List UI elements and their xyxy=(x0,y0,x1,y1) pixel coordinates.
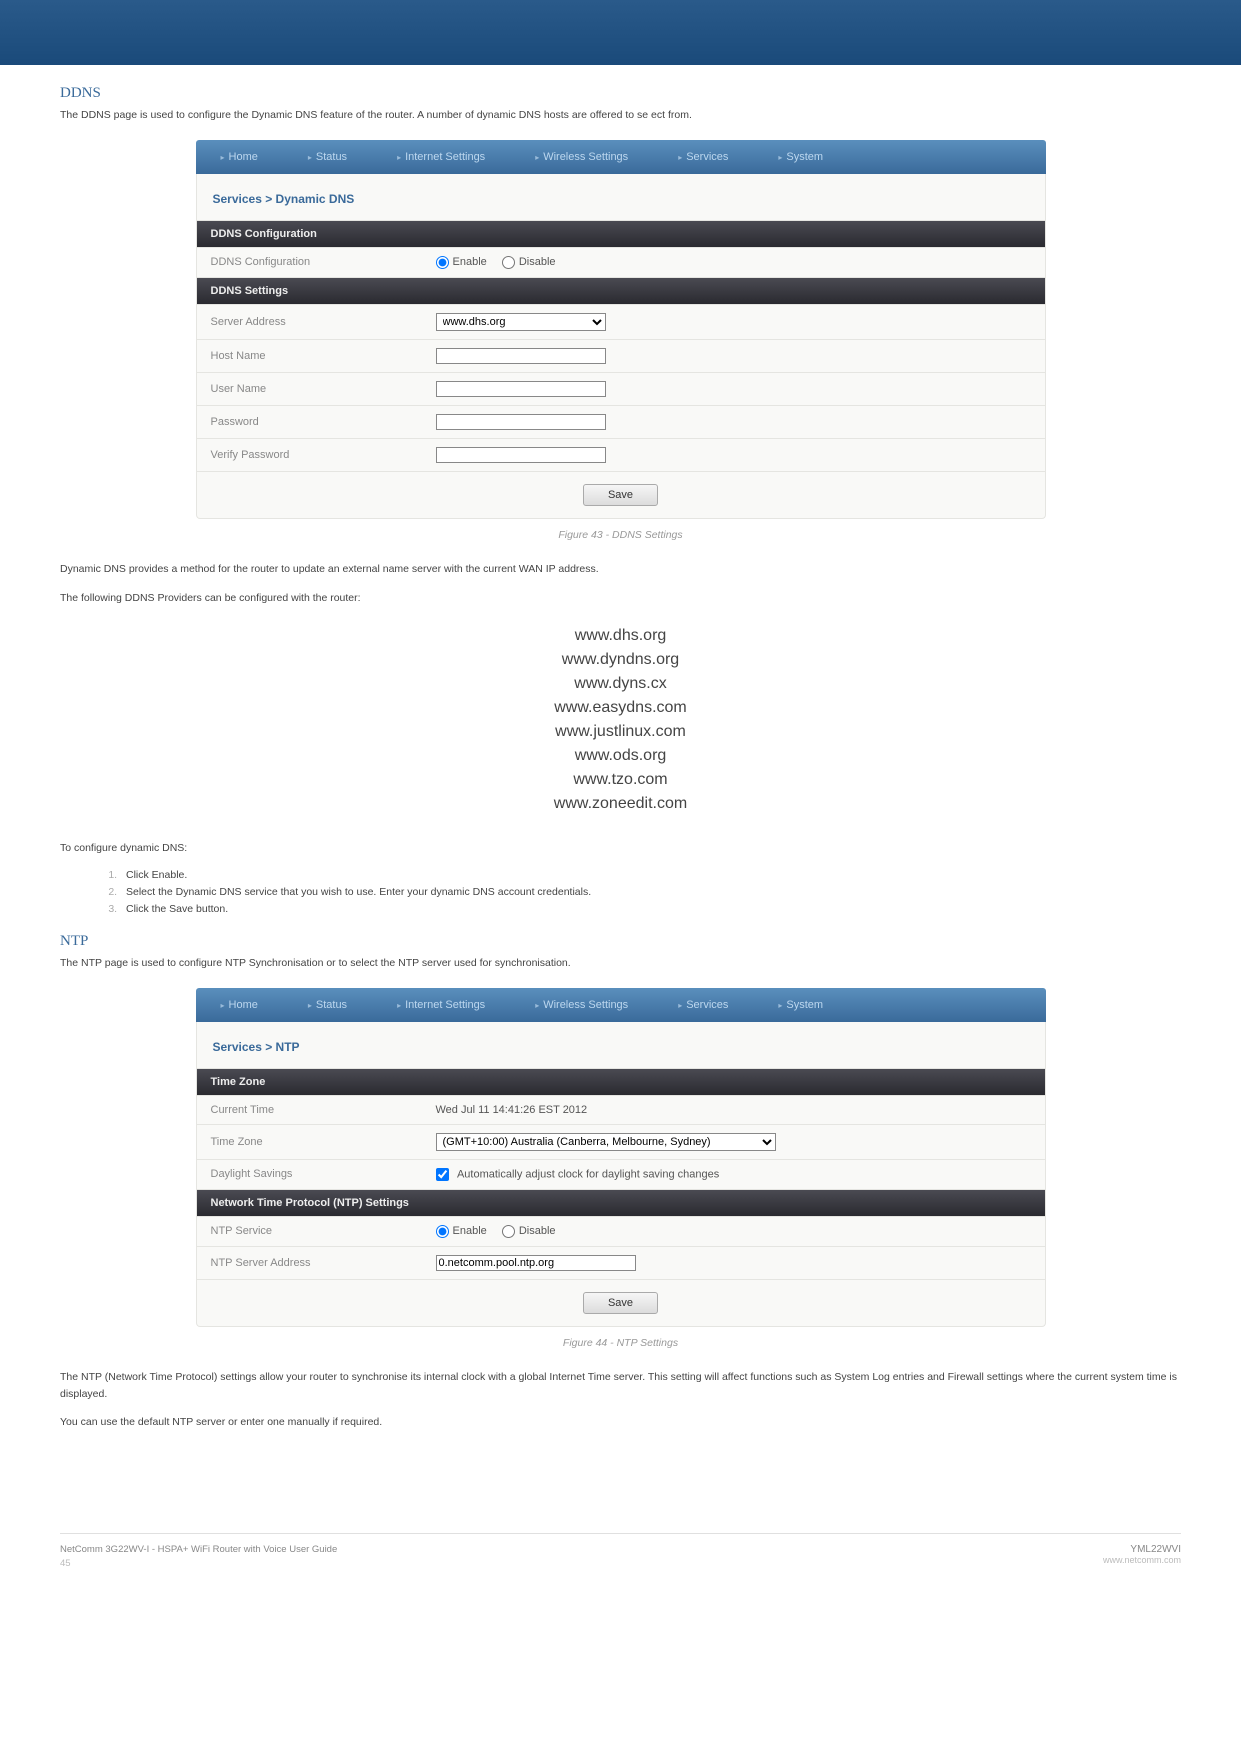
ddns-intro: The DDNS page is used to configure the D… xyxy=(60,108,1181,124)
ddns-desc1: Dynamic DNS provides a method for the ro… xyxy=(60,561,1181,578)
ntp-tz-bar: Time Zone xyxy=(196,1069,1046,1096)
footer-model: YML22WVI xyxy=(1103,1544,1181,1555)
footer-site: www.netcomm.com xyxy=(1103,1555,1181,1565)
host-name-input[interactable] xyxy=(436,348,606,364)
user-name-label: User Name xyxy=(211,383,436,395)
tab-wireless-settings[interactable]: Wireless Settings xyxy=(510,999,653,1011)
ntp-settings-bar: Network Time Protocol (NTP) Settings xyxy=(196,1190,1046,1217)
server-address-select[interactable]: www.dhs.org xyxy=(436,313,606,331)
ntp-panel: Home Status Internet Settings Wireless S… xyxy=(196,988,1046,1327)
verify-password-input[interactable] xyxy=(436,447,606,463)
step-item: Click the Save button. xyxy=(120,903,1181,915)
current-time-label: Current Time xyxy=(211,1104,436,1116)
tab-internet-settings[interactable]: Internet Settings xyxy=(372,151,510,163)
step-item: Click Enable. xyxy=(120,869,1181,881)
ntp-desc1: The NTP (Network Time Protocol) settings… xyxy=(60,1369,1181,1403)
ddns-nav-tabs: Home Status Internet Settings Wireless S… xyxy=(196,140,1046,174)
ddns-panel: Home Status Internet Settings Wireless S… xyxy=(196,140,1046,519)
ddns-steps-intro: To configure dynamic DNS: xyxy=(60,840,1181,857)
ddns-save-button[interactable]: Save xyxy=(583,484,658,506)
provider-item: www.ods.org xyxy=(60,744,1181,768)
ddns-figure-caption: Figure 43 - DDNS Settings xyxy=(60,529,1181,541)
ntp-server-address-input[interactable] xyxy=(436,1255,636,1271)
ddns-breadcrumb: Services > Dynamic DNS xyxy=(196,174,1046,221)
ddns-config-label: DDNS Configuration xyxy=(211,256,436,268)
current-time-value: Wed Jul 11 14:41:26 EST 2012 xyxy=(436,1104,1031,1116)
ntp-heading: NTP xyxy=(60,933,1181,950)
ntp-nav-tabs: Home Status Internet Settings Wireless S… xyxy=(196,988,1046,1022)
ntp-enable-radio[interactable] xyxy=(436,1225,449,1238)
verify-password-label: Verify Password xyxy=(211,449,436,461)
ddns-desc2: The following DDNS Providers can be conf… xyxy=(60,590,1181,607)
ntp-service-label: NTP Service xyxy=(211,1225,436,1237)
tab-status[interactable]: Status xyxy=(283,151,372,163)
ddns-provider-list: www.dhs.org www.dyndns.org www.dyns.cx w… xyxy=(60,624,1181,816)
ntp-disable-radio[interactable] xyxy=(502,1225,515,1238)
page-footer: NetComm 3G22WV-I - HSPA+ WiFi Router wit… xyxy=(60,1533,1181,1589)
time-zone-select[interactable]: (GMT+10:00) Australia (Canberra, Melbour… xyxy=(436,1133,776,1151)
tab-system[interactable]: System xyxy=(753,151,848,163)
daylight-savings-text: Automatically adjust clock for daylight … xyxy=(457,1168,719,1180)
ddns-disable-radio[interactable] xyxy=(502,256,515,269)
daylight-savings-checkbox[interactable] xyxy=(436,1168,449,1181)
ddns-disable-radio-label[interactable]: Disable xyxy=(502,256,556,268)
ntp-breadcrumb: Services > NTP xyxy=(196,1022,1046,1069)
host-name-label: Host Name xyxy=(211,350,436,362)
tab-services[interactable]: Services xyxy=(653,151,753,163)
ntp-intro: The NTP page is used to configure NTP Sy… xyxy=(60,956,1181,972)
step-item: Select the Dynamic DNS service that you … xyxy=(120,886,1181,898)
ddns-settings-bar: DDNS Settings xyxy=(196,278,1046,305)
provider-item: www.justlinux.com xyxy=(60,720,1181,744)
tab-home[interactable]: Home xyxy=(196,151,283,163)
ddns-config-bar: DDNS Configuration xyxy=(196,221,1046,248)
server-address-label: Server Address xyxy=(211,316,436,328)
footer-page-number: 45 xyxy=(60,1558,337,1569)
password-label: Password xyxy=(211,416,436,428)
ntp-enable-radio-label[interactable]: Enable xyxy=(436,1225,487,1237)
time-zone-label: Time Zone xyxy=(211,1136,436,1148)
tab-wireless-settings[interactable]: Wireless Settings xyxy=(510,151,653,163)
tab-internet-settings[interactable]: Internet Settings xyxy=(372,999,510,1011)
ddns-enable-radio[interactable] xyxy=(436,256,449,269)
ntp-desc2: You can use the default NTP server or en… xyxy=(60,1414,1181,1431)
ddns-enable-radio-label[interactable]: Enable xyxy=(436,256,487,268)
daylight-savings-label: Daylight Savings xyxy=(211,1168,436,1180)
provider-item: www.tzo.com xyxy=(60,768,1181,792)
ntp-server-address-label: NTP Server Address xyxy=(211,1257,436,1269)
provider-item: www.dyndns.org xyxy=(60,648,1181,672)
ddns-heading: DDNS xyxy=(60,85,1181,102)
ntp-save-button[interactable]: Save xyxy=(583,1292,658,1314)
tab-home[interactable]: Home xyxy=(196,999,283,1011)
tab-status[interactable]: Status xyxy=(283,999,372,1011)
password-input[interactable] xyxy=(436,414,606,430)
user-name-input[interactable] xyxy=(436,381,606,397)
ddns-steps-list: Click Enable. Select the Dynamic DNS ser… xyxy=(120,869,1181,915)
provider-item: www.dhs.org xyxy=(60,624,1181,648)
ddns-config-row: DDNS Configuration Enable Disable xyxy=(196,248,1046,278)
provider-item: www.easydns.com xyxy=(60,696,1181,720)
provider-item: www.zoneedit.com xyxy=(60,792,1181,816)
tab-system[interactable]: System xyxy=(753,999,848,1011)
tab-services[interactable]: Services xyxy=(653,999,753,1011)
top-banner xyxy=(0,0,1241,65)
ntp-figure-caption: Figure 44 - NTP Settings xyxy=(60,1337,1181,1349)
provider-item: www.dyns.cx xyxy=(60,672,1181,696)
ntp-disable-radio-label[interactable]: Disable xyxy=(502,1225,556,1237)
footer-guide-title: NetComm 3G22WV-I - HSPA+ WiFi Router wit… xyxy=(60,1544,337,1555)
